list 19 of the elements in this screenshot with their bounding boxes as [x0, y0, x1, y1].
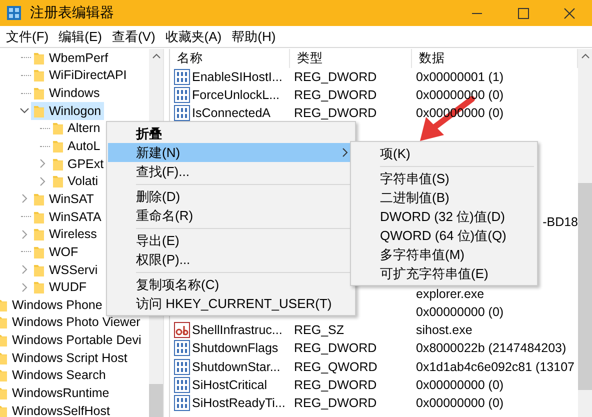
table-cell: REG_DWORD [294, 341, 377, 356]
table-cell: 0x1d1ab4c6e092c81 (13107 [416, 360, 574, 374]
window-title: 注册表编辑器 [30, 4, 115, 22]
table-cell: REG_DWORD [294, 378, 377, 392]
table-cell: -BD18 [542, 214, 578, 229]
table-cell: 0x00000000 (0) [416, 88, 504, 102]
table-cell: explorer.exe [416, 287, 484, 302]
table-cell: REG_DWORD [294, 88, 377, 102]
table-cell: REG_DWORD [294, 396, 377, 410]
table-cell: REG_SZ [294, 323, 344, 338]
table-cell: REG_DWORD [294, 70, 377, 84]
table-cell: REG_DWORD [294, 106, 377, 120]
table-cell: sihost.exe [416, 323, 472, 338]
table-cell: 0x00000001 (1) [416, 70, 504, 84]
table-cell: 0x8000022b (2147484203) [416, 341, 566, 356]
table-cell: 0x00000000 (0) [416, 396, 504, 410]
table-cell: 0x00000000 (0) [416, 305, 504, 320]
table-cell: 0x00000000 (0) [416, 378, 504, 392]
table-cell: REG_QWORD [294, 360, 378, 374]
